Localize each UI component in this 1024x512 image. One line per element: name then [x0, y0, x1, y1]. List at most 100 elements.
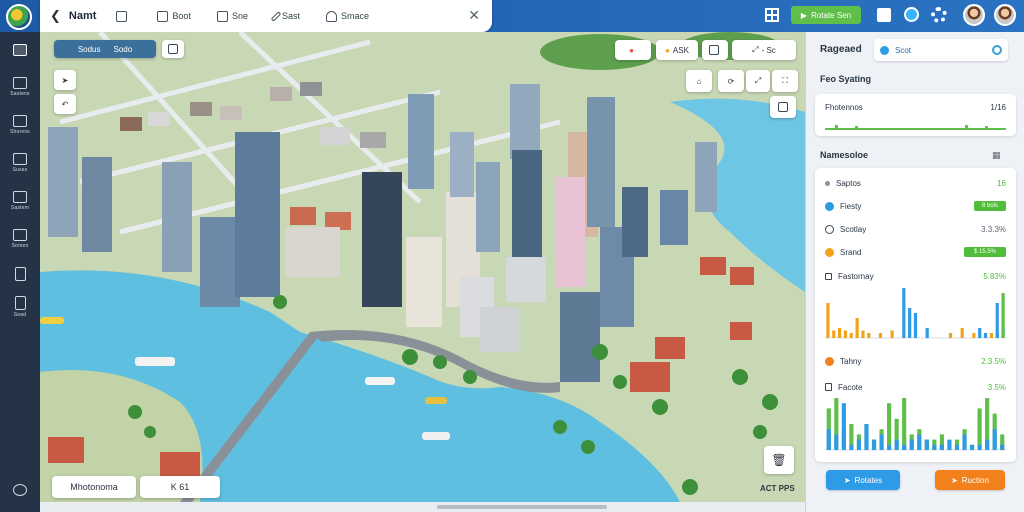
nav-item-display[interactable]: Somen: [0, 222, 40, 256]
metric-row[interactable]: Fastornay 5.83%: [825, 269, 1006, 283]
chart-bar: [887, 444, 892, 450]
metric-row[interactable]: Srand $ 15.5%: [825, 245, 1006, 259]
resize-icon: ⤢: [752, 45, 759, 54]
chart-bar: [1000, 444, 1005, 450]
chart-bar: [962, 434, 967, 450]
metric-row[interactable]: Saptos 16: [825, 176, 1006, 190]
rotate-action-button[interactable]: ▶ Rotate Sen: [791, 6, 861, 24]
chart-bar: [932, 444, 937, 450]
coordinate-chip[interactable]: K 61: [140, 476, 220, 498]
grid-icon[interactable]: [765, 8, 779, 22]
chart-bar: [867, 333, 871, 338]
metric-icon: [825, 180, 830, 186]
chart-bar: [834, 434, 839, 450]
metrics-card: Saptos 16 Fiesty 8 bols Scotlay 3.3.3% S…: [815, 168, 1016, 462]
back-tool-button[interactable]: ↶: [54, 94, 76, 114]
pointer-icon: ➤: [61, 75, 69, 85]
fire-icon: [825, 356, 834, 366]
info-icon[interactable]: [904, 7, 919, 22]
metric-row[interactable]: Fiesty 8 bols: [825, 199, 1006, 213]
back-arrow-icon[interactable]: ❮: [50, 8, 61, 24]
layer-selector[interactable]: Sodus Sodo: [54, 40, 156, 58]
metric-row[interactable]: Tahny 2.3.5%: [825, 354, 1006, 368]
nav-item-document[interactable]: [0, 258, 40, 292]
chart-bar: [978, 328, 982, 338]
chart-bar: [947, 439, 952, 450]
app-logo-icon[interactable]: [6, 4, 32, 30]
home-icon: [116, 10, 128, 22]
tree-button[interactable]: Smace: [325, 10, 369, 22]
fire-layer-button[interactable]: ●: [615, 40, 651, 60]
rotate-tool-button[interactable]: ⟳: [718, 70, 744, 92]
chart-bar: [972, 333, 976, 338]
swap-button[interactable]: [162, 40, 184, 58]
fullscreen-button[interactable]: ⛶: [772, 70, 798, 92]
metric-row[interactable]: Facote 3.5%: [825, 380, 1006, 394]
ask-button[interactable]: ● ASK: [656, 40, 698, 60]
home-button[interactable]: [116, 10, 131, 22]
building-icon: ⌂: [696, 76, 702, 86]
board-button[interactable]: Boot: [157, 10, 191, 22]
ruction-button[interactable]: ➤ Ruction: [935, 470, 1005, 490]
edit-icon: [270, 10, 282, 22]
chart-bar: [841, 403, 846, 450]
panel-button[interactable]: Sne: [216, 10, 248, 22]
city-map-viewport[interactable]: Sodus Sodo ➤ ↶ ● ● ASK ⤢ - Sc ⌂ ⟳ ⤢ ⛶ 🗑 Mh…: [40, 32, 805, 502]
calendar-button[interactable]: [702, 40, 728, 60]
chart-bar: [909, 439, 914, 450]
fullscreen-icon: ⛶: [782, 76, 788, 85]
section-title-2: Namesoloe: [820, 150, 869, 160]
delete-button[interactable]: 🗑: [764, 446, 794, 474]
nav-item-settings[interactable]: [0, 474, 40, 508]
right-panel: Rageaed Scot Feo Syating Fhotennos 1/16 …: [805, 32, 1024, 512]
nav-item-list[interactable]: Suses: [0, 146, 40, 180]
building-tool-button[interactable]: ⌂: [686, 70, 712, 92]
chart-bar: [913, 313, 918, 338]
close-icon[interactable]: ✕: [468, 7, 480, 24]
chart-bar: [864, 424, 869, 450]
resize-tool-button[interactable]: ⤢: [746, 70, 770, 92]
chart-bar: [879, 434, 884, 450]
nav-item-route[interactable]: Shorens: [0, 108, 40, 142]
metric-row[interactable]: Scotlay 3.3.3%: [825, 222, 1006, 236]
map-horizontal-scrollbar[interactable]: [40, 502, 805, 512]
logo-icon: [13, 44, 27, 56]
avatar-secondary[interactable]: [994, 4, 1016, 26]
nav-item-home[interactable]: Sastens: [0, 70, 40, 104]
chart-bar: [902, 398, 907, 450]
panel-tab[interactable]: Scot: [874, 39, 1008, 61]
chart-bar: [887, 403, 892, 450]
chart-bar: [977, 408, 982, 450]
refresh-icon[interactable]: [992, 45, 1002, 55]
route-icon: [13, 115, 27, 127]
chart-bar: [908, 308, 912, 338]
chart-bar: [849, 333, 853, 338]
status-dot-icon: [880, 45, 889, 55]
edit-button[interactable]: Sast: [270, 10, 300, 22]
chart-bar: [902, 288, 906, 338]
chart-bar: [871, 439, 877, 450]
nav-item-clipboard[interactable]: Sead: [0, 290, 40, 324]
chart-bar: [861, 330, 865, 338]
chart-bar: [983, 333, 988, 338]
draw-tool-button[interactable]: [770, 96, 796, 118]
chart-bar: [1001, 293, 1005, 338]
play-icon: ▶: [800, 10, 808, 20]
location-label[interactable]: Mhotonoma: [52, 476, 136, 498]
chart-bar: [992, 429, 997, 450]
chart-bar: [894, 439, 899, 450]
facote-chart: [825, 398, 1006, 451]
rotates-button[interactable]: ➤ Rotates: [826, 470, 900, 490]
nav-item-logo[interactable]: [0, 34, 40, 68]
panel-icon: [216, 10, 228, 22]
square-icon[interactable]: [877, 8, 891, 22]
watermark-text: ACT PPS: [760, 484, 795, 493]
nav-item-book[interactable]: Sastem: [0, 184, 40, 218]
scale-button[interactable]: ⤢ - Sc: [732, 40, 796, 60]
gear-icon[interactable]: [931, 7, 947, 23]
scrollbar-thumb[interactable]: [437, 505, 607, 509]
pointer-tool-button[interactable]: ➤: [54, 70, 76, 90]
clock-icon: [825, 224, 834, 234]
expand-icon[interactable]: ▦: [992, 150, 1001, 161]
avatar[interactable]: [963, 4, 985, 26]
